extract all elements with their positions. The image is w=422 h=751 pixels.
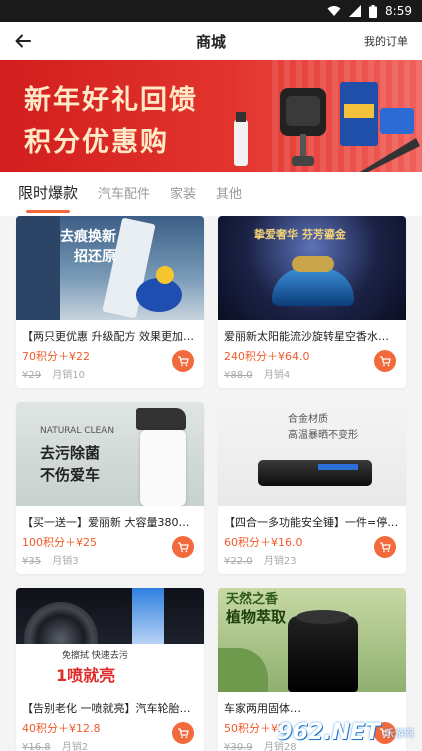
- product-price: 60积分＋¥16.0: [224, 536, 303, 549]
- original-price: ¥30.9: [224, 742, 253, 751]
- promo-banner[interactable]: 新年好礼回馈 积分优惠购: [0, 60, 422, 172]
- app-bar: 商城 我的订单: [0, 22, 422, 60]
- tab-car-accessories[interactable]: 汽车配件: [98, 183, 150, 206]
- cart-icon: [178, 356, 189, 367]
- watermark-logo-text: 962.NET: [277, 720, 380, 745]
- product-name: 车家两用固体…: [224, 702, 301, 715]
- product-card[interactable]: 合金材质 高温暴晒不变形 【四合一多功能安全锤】一件=停… 60积分＋¥16.0…: [218, 402, 406, 574]
- product-image: NATURAL CLEAN 去污除菌 不伤爱车: [16, 402, 204, 506]
- battery-icon: [369, 4, 378, 18]
- tab-label: 其他: [216, 186, 243, 202]
- product-grid: 去痕换新 招还原 【两只更优惠 升级配方 效果更加… 70积分＋¥22 ¥29 …: [0, 216, 422, 751]
- cart-icon: [380, 356, 391, 367]
- original-price: ¥16.8: [22, 742, 51, 751]
- add-to-cart-button[interactable]: [374, 536, 396, 558]
- product-image-caption: 植物萃取: [226, 608, 287, 626]
- cart-icon: [380, 542, 391, 553]
- signal-icon: [349, 5, 362, 17]
- product-meta: ¥88.0 月销4: [224, 366, 290, 381]
- add-to-cart-button[interactable]: [374, 350, 396, 372]
- product-name: 【告别老化 一喷就亮】汽车轮胎…: [22, 702, 191, 715]
- tab-label: 家装: [170, 186, 197, 202]
- product-name: 【买一送一】爱丽新 大容量380…: [22, 516, 190, 529]
- product-name: 【四合一多功能安全锤】一件=停…: [224, 516, 399, 529]
- monthly-sales: 月销3: [52, 556, 79, 567]
- original-price: ¥29: [22, 370, 42, 381]
- product-price: 240积分＋¥64.0: [224, 350, 310, 363]
- product-price: 70积分＋¥22: [22, 350, 90, 363]
- tab-label: 限时爆款: [18, 183, 79, 202]
- product-image-caption: 不伤爱车: [40, 466, 101, 484]
- original-price: ¥35: [22, 556, 42, 567]
- product-card[interactable]: NATURAL CLEAN 去污除菌 不伤爱车 【买一送一】爱丽新 大容量380…: [16, 402, 204, 574]
- product-image-caption: 高温暴晒不变形: [288, 430, 358, 441]
- product-price: 100积分＋¥25: [22, 536, 97, 549]
- product-card[interactable]: 去痕换新 招还原 【两只更优惠 升级配方 效果更加… 70积分＋¥22 ¥29 …: [16, 216, 204, 388]
- product-image-caption: 挚爱奢华 芬芳鎏金: [254, 228, 346, 241]
- product-meta: ¥16.8 月销2: [22, 738, 88, 751]
- tab-flash-sale[interactable]: 限时爆款: [18, 182, 79, 213]
- product-image-caption: 去痕换新: [60, 229, 116, 245]
- add-to-cart-button[interactable]: [172, 722, 194, 744]
- original-price: ¥88.0: [224, 370, 253, 381]
- product-meta: ¥29 月销10: [22, 366, 85, 381]
- product-card[interactable]: 挚爱奢华 芬芳鎏金 爱丽新太阳能流沙旋转星空香水… 240积分＋¥64.0 ¥8…: [218, 216, 406, 388]
- product-meta: ¥22.0 月销23: [224, 552, 297, 567]
- product-image: 去痕换新 招还原: [16, 216, 204, 320]
- monthly-sales: 月销23: [263, 556, 297, 567]
- status-time: 8:59: [385, 4, 412, 18]
- banner-products-image: [234, 82, 420, 172]
- back-button[interactable]: [12, 30, 34, 52]
- product-image: 免擦拭 快速去污 1喷就亮: [16, 588, 204, 692]
- tab-home-decor[interactable]: 家装: [170, 183, 196, 206]
- product-image-caption: 合金材质: [288, 414, 328, 425]
- wifi-icon: [327, 5, 341, 17]
- page-title: 商城: [195, 32, 226, 51]
- active-tab-indicator: [26, 209, 71, 213]
- product-image-caption: 免擦拭 快速去污: [62, 651, 128, 661]
- product-name: 【两只更优惠 升级配方 效果更加…: [22, 330, 194, 343]
- product-card[interactable]: 免擦拭 快速去污 1喷就亮 【告别老化 一喷就亮】汽车轮胎… 40积分＋¥12.…: [16, 588, 204, 751]
- watermark-subtext: 乐游网: [384, 729, 414, 740]
- monthly-sales: 月销2: [61, 742, 89, 751]
- add-to-cart-button[interactable]: [172, 350, 194, 372]
- watermark: 962.NET 乐游网: [277, 720, 414, 745]
- my-orders-link[interactable]: 我的订单: [364, 33, 408, 49]
- cart-icon: [178, 542, 189, 553]
- status-bar: 8:59: [0, 0, 422, 22]
- tab-label: 汽车配件: [98, 186, 151, 202]
- arrow-left-icon: [15, 34, 31, 48]
- product-image: 挚爱奢华 芬芳鎏金: [218, 216, 406, 320]
- product-image-caption: 去污除菌: [40, 444, 101, 462]
- product-image: 天然之香 植物萃取: [218, 588, 406, 692]
- product-image: 合金材质 高温暴晒不变形: [218, 402, 406, 506]
- banner-headline: 新年好礼回馈: [24, 85, 198, 116]
- add-to-cart-button[interactable]: [172, 536, 194, 558]
- product-image-caption: 1喷就亮: [56, 666, 116, 685]
- product-image-caption: 招还原: [74, 249, 116, 265]
- product-image-caption: 天然之香: [226, 592, 279, 607]
- monthly-sales: 月销10: [52, 370, 86, 381]
- product-price: 40积分＋¥12.8: [22, 722, 101, 735]
- banner-subheadline: 积分优惠购: [24, 127, 169, 158]
- category-tabs: 限时爆款 汽车配件 家装 其他: [0, 172, 422, 216]
- product-name: 爱丽新太阳能流沙旋转星空香水…: [224, 330, 389, 343]
- original-price: ¥22.0: [224, 556, 253, 567]
- cart-icon: [178, 728, 189, 739]
- product-image-caption: NATURAL CLEAN: [40, 426, 115, 436]
- tab-other[interactable]: 其他: [216, 183, 242, 206]
- product-meta: ¥35 月销3: [22, 552, 79, 567]
- monthly-sales: 月销4: [263, 370, 291, 381]
